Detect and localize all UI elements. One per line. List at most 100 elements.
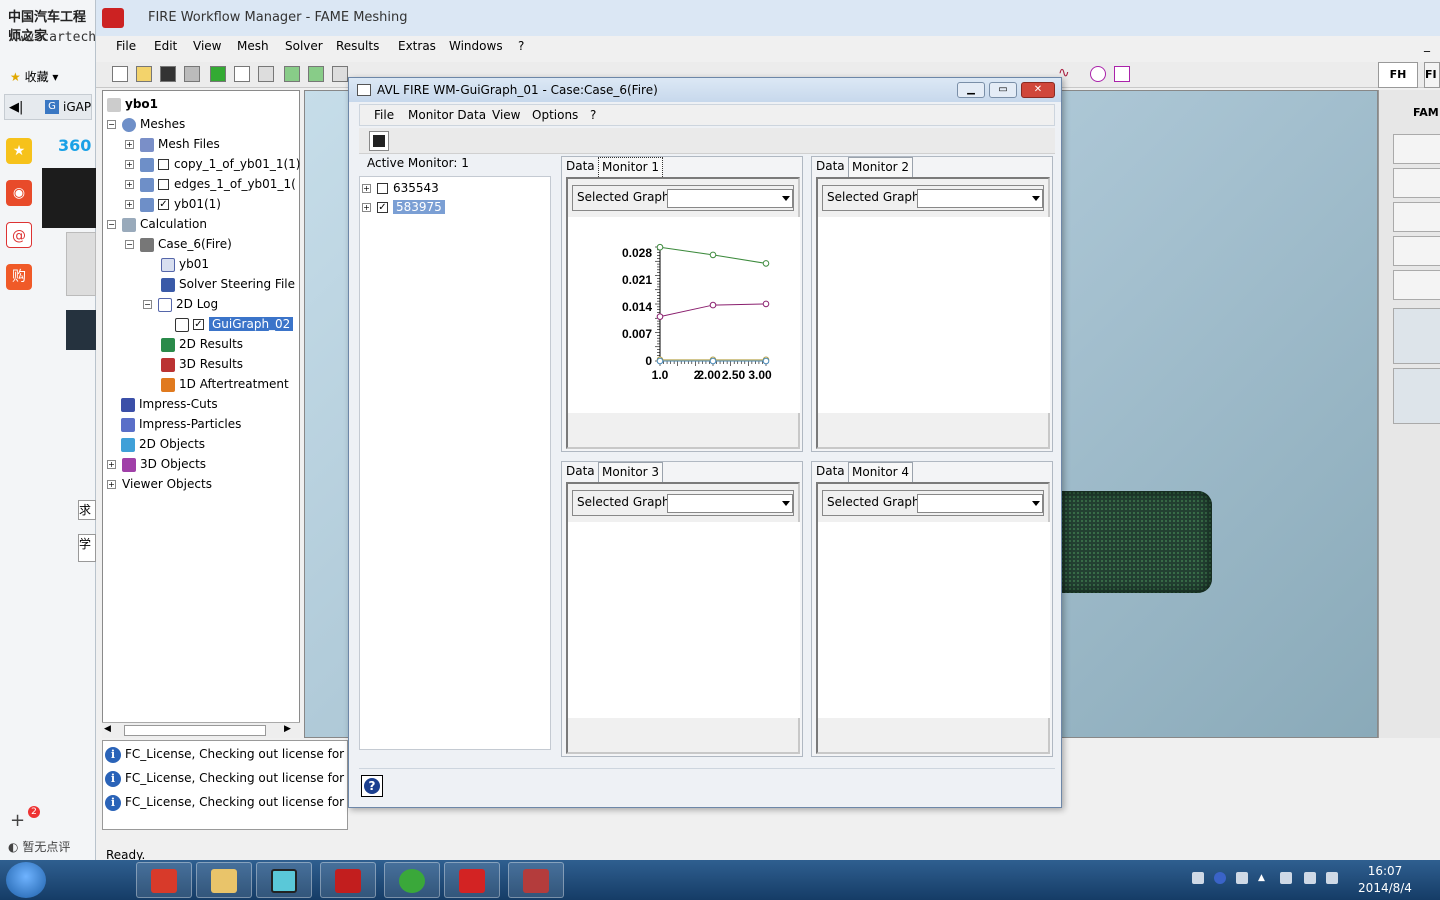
page-field[interactable]: 学 [78, 534, 96, 562]
open-icon[interactable] [136, 66, 152, 82]
save-button[interactable] [369, 131, 389, 151]
forward-icon[interactable] [284, 66, 300, 82]
browser-tab[interactable]: ◀| G iGAP [4, 94, 92, 120]
add-icon[interactable]: + [10, 810, 25, 831]
monitor-item[interactable]: + ✓ 583975 [362, 198, 445, 216]
tree-node-mesh-files[interactable]: + Mesh Files [125, 135, 220, 153]
taskbar-mesh[interactable] [508, 862, 564, 898]
expand-icon[interactable]: + [125, 140, 134, 149]
taskbar-autocad[interactable] [320, 862, 376, 898]
tree-scrollbar[interactable]: ◀ ▶ [102, 722, 300, 738]
side-button[interactable] [1393, 168, 1440, 198]
selected-graph-dropdown[interactable] [917, 494, 1043, 513]
scroll-right-icon[interactable]: ▶ [284, 724, 291, 734]
scroll-thumb[interactable] [124, 725, 266, 736]
tree-node-calculation[interactable]: − Calculation [107, 215, 207, 233]
tree-node-impress-cuts[interactable]: Impress-Cuts [121, 395, 218, 413]
page-field[interactable]: 求 [78, 500, 96, 520]
dialog-menu-file[interactable]: File [374, 108, 394, 122]
menu-solver[interactable]: Solver [285, 39, 323, 53]
expand-icon[interactable]: + [125, 200, 134, 209]
menu-help[interactable]: ? [518, 39, 524, 53]
tab-monitor-2[interactable]: Monitor 2 [848, 157, 914, 177]
expand-icon[interactable]: + [107, 480, 116, 489]
collapse-icon[interactable]: − [107, 120, 116, 129]
tree-node-yb01[interactable]: yb01 [161, 255, 209, 273]
selected-graph-dropdown[interactable] [917, 189, 1043, 208]
network-icon[interactable] [1304, 872, 1316, 884]
selected-graph-dropdown[interactable] [667, 189, 793, 208]
keyboard-icon[interactable] [1192, 872, 1204, 884]
tree-node-edges[interactable]: + edges_1_of_yb01_1( [125, 175, 296, 193]
back-icon[interactable] [308, 66, 324, 82]
tree-node-2d-log[interactable]: − 2D Log [143, 295, 218, 313]
taskbar-fire[interactable] [444, 862, 500, 898]
minimize-icon[interactable]: _ [1424, 38, 1430, 52]
selected-graph-dropdown[interactable] [667, 494, 793, 513]
dialog-menu-help[interactable]: ? [590, 108, 596, 122]
print-icon[interactable] [184, 66, 200, 82]
expand-icon[interactable]: + [362, 184, 371, 193]
dialog-menu-view[interactable]: View [492, 108, 520, 122]
tree-node-meshes[interactable]: − Meshes [107, 115, 185, 133]
tree-node-project[interactable]: ybo1 [107, 95, 158, 113]
mail-icon[interactable]: @ [6, 222, 32, 248]
tab-fh[interactable]: FH [1378, 62, 1418, 88]
side-button[interactable] [1393, 236, 1440, 266]
checkbox[interactable] [158, 159, 169, 170]
tree-node-1d-after[interactable]: 1D Aftertreatment [161, 375, 289, 393]
tree-node-impress-particles[interactable]: Impress-Particles [121, 415, 241, 433]
collapse-icon[interactable]: − [107, 220, 116, 229]
expand-icon[interactable]: + [125, 180, 134, 189]
favorites-button[interactable]: ★ 收藏 ▾ [10, 68, 58, 85]
save-icon[interactable] [160, 66, 176, 82]
tray-icon[interactable] [1236, 872, 1248, 884]
expand-icon[interactable]: + [125, 160, 134, 169]
menu-file[interactable]: File [116, 39, 136, 53]
expand-icon[interactable]: + [362, 203, 371, 212]
taskbar-app[interactable] [136, 862, 192, 898]
collapse-icon[interactable]: − [125, 240, 134, 249]
monitor-item[interactable]: +635543 [362, 179, 439, 197]
start-button[interactable] [6, 862, 46, 898]
volume-icon[interactable] [1326, 872, 1338, 884]
side-tool-icon[interactable] [1393, 368, 1440, 424]
tree-node-guigraph[interactable]: ✓ GuiGraph_02 [175, 315, 294, 333]
help-tray-icon[interactable] [1214, 872, 1226, 884]
graph-area[interactable]: 0.028 0.021 0.014 0.007 0 1.0 2 2.00 2.50 3.00 [568, 217, 800, 413]
import-icon[interactable] [234, 66, 250, 82]
close-button[interactable]: ✕ [1021, 82, 1055, 98]
favorites-star-icon[interactable]: ★ [6, 138, 32, 164]
side-button[interactable] [1393, 134, 1440, 164]
side-button[interactable] [1393, 270, 1440, 300]
tree-node-3d-results[interactable]: 3D Results [161, 355, 243, 373]
collapse-icon[interactable]: − [143, 300, 152, 309]
help-button[interactable]: ? [361, 775, 383, 797]
clock[interactable]: 16:07 2014/8/4 [1350, 863, 1420, 897]
side-button[interactable] [1393, 202, 1440, 232]
side-tool-icon[interactable] [1393, 308, 1440, 364]
new-icon[interactable] [112, 66, 128, 82]
flag-icon[interactable] [1280, 872, 1292, 884]
tree-node-yb01-1[interactable]: + ✓ yb01(1) [125, 195, 221, 213]
checkbox-checked[interactable]: ✓ [193, 319, 204, 330]
tree-node-3d-objects[interactable]: +3D Objects [107, 455, 206, 473]
square-icon[interactable] [1114, 66, 1130, 82]
dialog-menu-options[interactable]: Options [532, 108, 578, 122]
tree-node-copy[interactable]: + copy_1_of_yb01_1(1) [125, 155, 300, 173]
shopping-icon[interactable]: 购 [6, 264, 32, 290]
tab-monitor-1[interactable]: Monitor 1 [598, 157, 664, 177]
minimize-button[interactable]: ▁ [957, 82, 985, 98]
tab-monitor-4[interactable]: Monitor 4 [848, 462, 914, 482]
tree-node-case[interactable]: − Case_6(Fire) [125, 235, 232, 253]
circle-icon[interactable] [1090, 66, 1106, 82]
menu-results[interactable]: Results [336, 39, 379, 53]
back-icon[interactable]: ◀| [9, 100, 23, 115]
expand-icon[interactable]: + [107, 460, 116, 469]
menu-windows[interactable]: Windows [449, 39, 503, 53]
taskbar-app[interactable] [256, 862, 312, 898]
scroll-left-icon[interactable]: ◀ [104, 724, 111, 734]
menu-extras[interactable]: Extras [398, 39, 436, 53]
maximize-button[interactable]: ▭ [989, 82, 1017, 98]
menu-mesh[interactable]: Mesh [237, 39, 269, 53]
